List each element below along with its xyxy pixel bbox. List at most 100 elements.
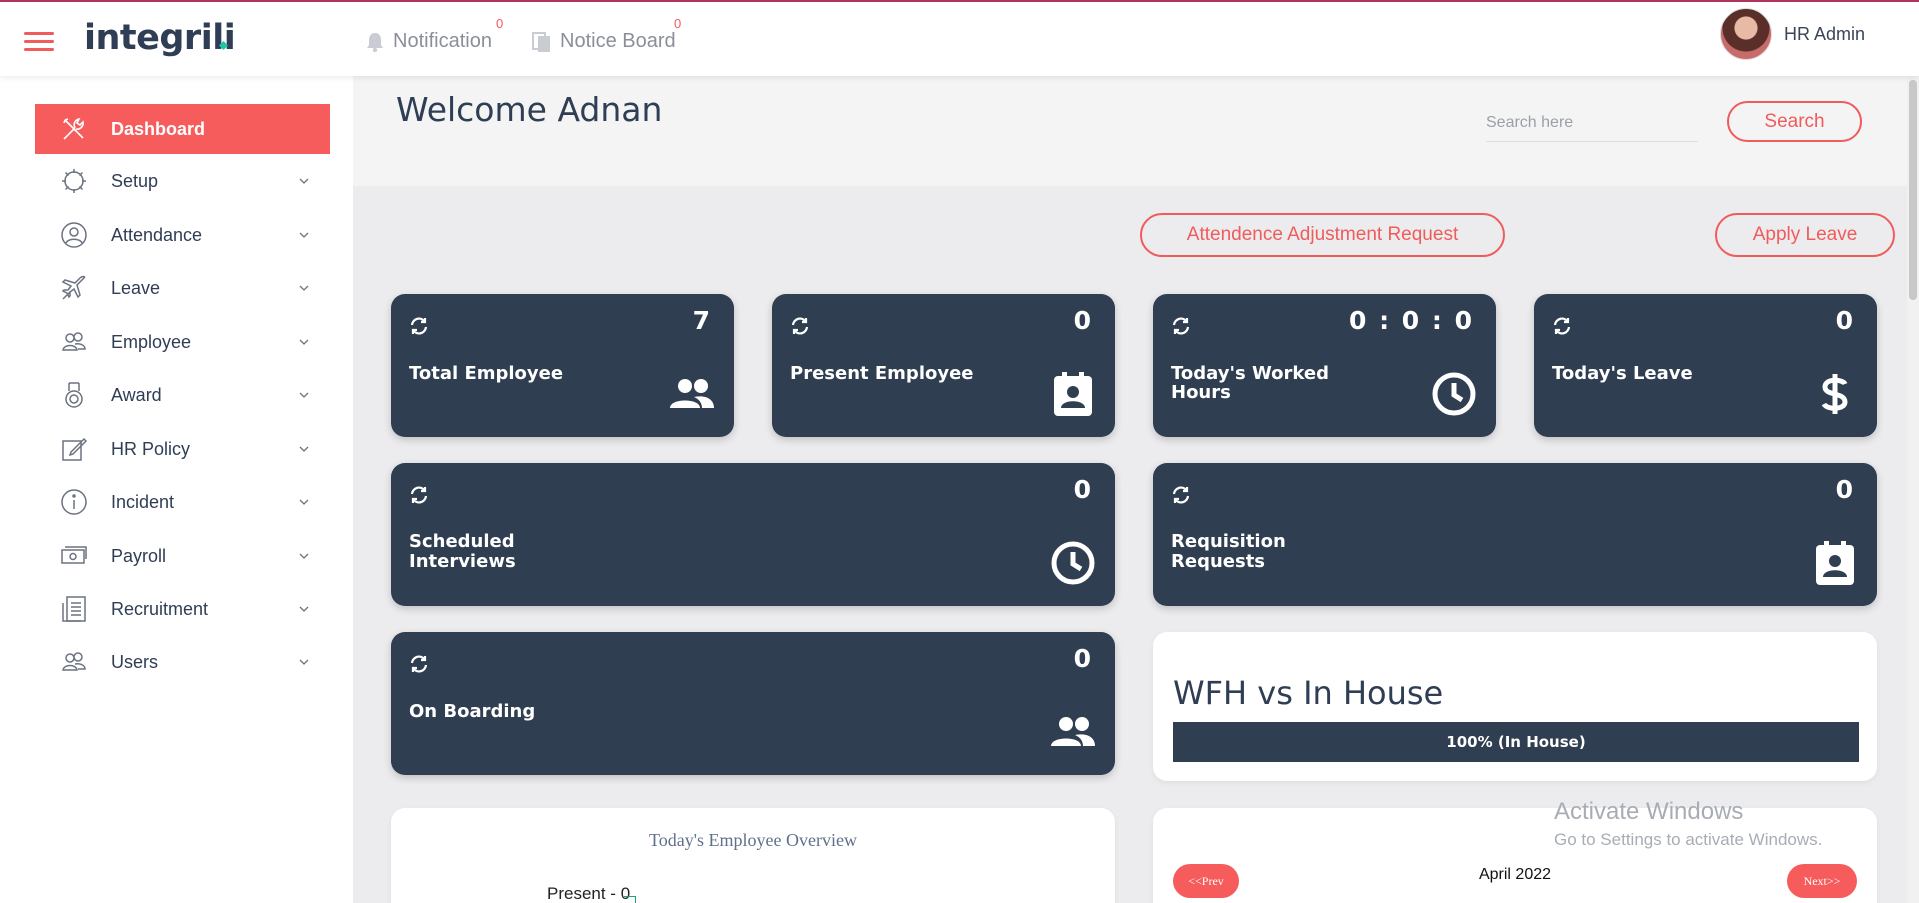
user-name: HR Admin <box>1783 23 1865 44</box>
card-title-line-1: Requisition <box>1171 531 1286 552</box>
document-icon <box>59 594 89 624</box>
present-legend-label: Present - 0 <box>547 884 631 903</box>
notification-link[interactable]: Notification 0 <box>365 16 503 53</box>
wfh-vs-inhouse-panel: WFH vs In House 100% (In House) <box>1153 632 1877 781</box>
sidebar-item-dashboard[interactable]: Dashboard <box>35 104 330 154</box>
sidebar-item-users[interactable]: Users <box>35 637 330 687</box>
clipboard-icon <box>532 31 550 52</box>
calendar-month: April 2022 <box>1478 866 1552 883</box>
sidebar-item-incident[interactable]: Incident <box>35 477 330 527</box>
info-icon <box>59 487 89 517</box>
sidebar-item-label: Recruitment <box>111 598 209 619</box>
sidebar-item-payroll[interactable]: Payroll <box>35 531 330 581</box>
card-title: Total Employee <box>409 363 564 384</box>
card-title-line-2: Interviews <box>409 551 516 572</box>
scheduled-interviews-card[interactable]: 0 Scheduled Interviews <box>391 463 1115 606</box>
card-value: 0 : 0 : 0 <box>1349 306 1474 335</box>
chevron-down-icon <box>299 285 309 291</box>
wfh-title: WFH vs In House <box>1173 674 1444 712</box>
airplane-icon <box>59 273 89 303</box>
sidebar-item-label: Dashboard <box>111 118 206 139</box>
search-input[interactable] <box>1486 104 1698 142</box>
card-title: On Boarding <box>409 701 536 722</box>
sidebar-item-label: Attendance <box>111 224 203 245</box>
card-title: Today's Leave <box>1552 363 1693 384</box>
clock-icon <box>1051 541 1095 585</box>
refresh-icon[interactable] <box>409 654 429 674</box>
sidebar-item-label: Employee <box>111 331 192 352</box>
sidebar-item-attendance[interactable]: Attendance <box>35 210 330 260</box>
card-value: 0 <box>1073 306 1093 335</box>
todays-leave-card[interactable]: 0 Today's Leave <box>1534 294 1877 437</box>
contact-card-icon <box>1054 372 1092 416</box>
edit-icon <box>59 434 89 464</box>
sidebar-item-label: Payroll <box>111 545 167 566</box>
user-circle-icon <box>59 220 89 250</box>
sidebar-item-label: Incident <box>111 491 175 512</box>
total-employee-card[interactable]: 7 Total Employee <box>391 294 734 437</box>
refresh-icon[interactable] <box>409 485 429 505</box>
notice-board-count: 0 <box>674 16 682 31</box>
present-employee-card[interactable]: 0 Present Employee <box>772 294 1115 437</box>
sidebar-item-award[interactable]: Award <box>35 370 330 420</box>
page-title: Welcome Adnan <box>396 90 663 129</box>
calendar-next-button[interactable]: Next>> <box>1787 864 1857 898</box>
overview-title: Today's Employee Overview <box>649 830 857 850</box>
notification-count: 0 <box>496 16 504 31</box>
card-title-line-2: Requests <box>1171 551 1266 572</box>
scrollbar-thumb[interactable] <box>1909 80 1917 300</box>
medal-icon <box>59 380 89 410</box>
requisition-requests-card[interactable]: 0 Requisition Requests <box>1153 463 1877 606</box>
menu-toggle-icon[interactable] <box>24 32 54 52</box>
sidebar-item-label: Award <box>111 384 162 405</box>
sidebar-item-setup[interactable]: Setup <box>35 156 330 206</box>
card-value: 0 <box>1073 644 1093 673</box>
employee-overview-panel: Today's Employee Overview Present - 0 <box>391 808 1115 903</box>
notification-label: Notification <box>393 30 492 52</box>
chevron-down-icon <box>299 659 309 665</box>
sidebar-item-label: Setup <box>111 170 159 191</box>
on-boarding-card[interactable]: 0 On Boarding <box>391 632 1115 775</box>
card-title: Present Employee <box>790 363 974 384</box>
worked-hours-card[interactable]: 0 : 0 : 0 Today's Worked Hours <box>1153 294 1496 437</box>
people-icon <box>59 327 89 357</box>
sidebar-item-recruitment[interactable]: Recruitment <box>35 584 330 634</box>
legend-leader-line <box>624 896 636 903</box>
user-menu[interactable]: HR Admin <box>1719 8 1865 60</box>
refresh-icon[interactable] <box>409 316 429 336</box>
card-title-line-2: Hours <box>1171 382 1231 403</box>
clock-icon <box>1432 372 1476 416</box>
notice-board-link[interactable]: Notice Board 0 <box>532 16 681 53</box>
sidebar-item-leave[interactable]: Leave <box>35 263 330 313</box>
notice-board-label: Notice Board <box>560 30 676 52</box>
users-icon <box>59 647 89 677</box>
sidebar: Dashboard Setup Attendance Leave Employe… <box>0 76 353 903</box>
people-icon <box>1051 717 1095 746</box>
sidebar-item-employee[interactable]: Employee <box>35 317 330 367</box>
top-bar: integrili Notification 0 Notice Board 0 … <box>0 0 1919 76</box>
dollar-icon <box>1821 374 1848 414</box>
app-logo[interactable]: integrili <box>84 18 236 58</box>
card-value: 0 <box>1835 306 1855 335</box>
contact-card-icon <box>1816 541 1854 585</box>
refresh-icon[interactable] <box>1171 485 1191 505</box>
refresh-icon[interactable] <box>790 316 810 336</box>
search-button[interactable]: Search <box>1727 101 1862 142</box>
chevron-down-icon <box>299 446 309 452</box>
page-scrollbar[interactable] <box>1907 76 1919 903</box>
chevron-down-icon <box>299 392 309 398</box>
chevron-down-icon <box>299 553 309 559</box>
card-value: 0 <box>1835 475 1855 504</box>
sidebar-item-hr-policy[interactable]: HR Policy <box>35 424 330 474</box>
chevron-down-icon <box>299 499 309 505</box>
apply-leave-button[interactable]: Apply Leave <box>1715 213 1895 257</box>
card-value: 7 <box>692 306 712 335</box>
refresh-icon[interactable] <box>1552 316 1572 336</box>
wfh-progress-bar: 100% (In House) <box>1173 722 1859 762</box>
attendance-adjustment-button[interactable]: Attendence Adjustment Request <box>1140 213 1505 257</box>
card-title-line-1: Today's Worked <box>1171 363 1329 384</box>
refresh-icon[interactable] <box>1171 316 1191 336</box>
sidebar-item-label: Users <box>111 651 159 672</box>
calendar-panel: <<Prev April 2022 Next>> <box>1153 808 1877 903</box>
people-icon <box>670 379 714 408</box>
